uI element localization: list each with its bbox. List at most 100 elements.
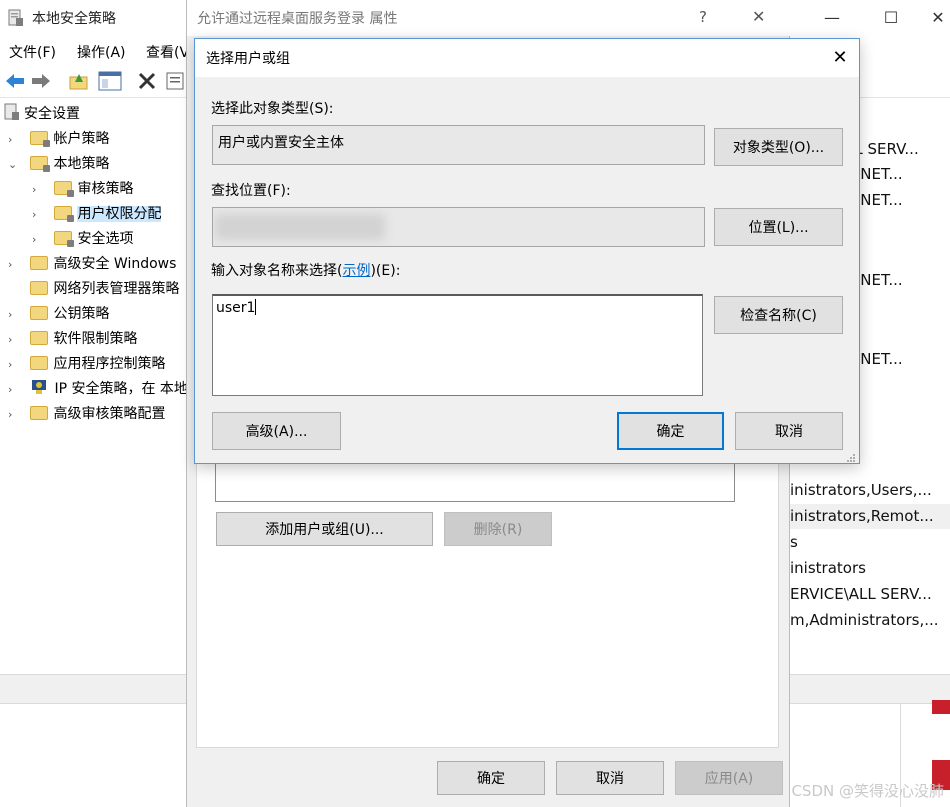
show-hide-tree-icon[interactable]	[98, 70, 122, 94]
resize-grip-icon[interactable]	[846, 451, 856, 462]
delete-icon[interactable]	[136, 70, 160, 94]
tree-item-label: 网络列表管理器策略	[53, 281, 180, 297]
folder-icon	[30, 256, 49, 270]
tree-item-ip-security[interactable]: › IP 安全策略，在 本地	[0, 377, 186, 402]
tree-item-audit-policy[interactable]: › 审核策略	[0, 177, 186, 202]
list-cell[interactable]: E,NET...	[846, 271, 950, 289]
security-settings-icon	[4, 103, 24, 130]
list-cell[interactable]: ERVICE\ALL SERV...	[790, 585, 950, 603]
apply-button[interactable]: 应用(A)	[675, 761, 783, 795]
examples-link[interactable]: 示例	[342, 263, 370, 279]
tree-item-security-options[interactable]: › 安全选项	[0, 227, 186, 252]
chevron-right-icon[interactable]: ›	[32, 227, 44, 252]
tree-item-security-settings[interactable]: 安全设置	[0, 102, 186, 127]
forward-arrow-icon[interactable]	[30, 70, 54, 94]
folder-lock-icon	[30, 156, 51, 172]
select-cancel-button[interactable]: 取消	[735, 412, 843, 450]
properties-icon[interactable]	[164, 70, 188, 94]
select-dialog-title: 选择用户或组	[206, 51, 290, 67]
list-cell-selected[interactable]: inistrators,Remot...	[790, 504, 950, 529]
local-security-policy-app-icon	[8, 9, 24, 31]
menu-action[interactable]: 操作(A)	[77, 42, 126, 62]
lsp-window-title: 本地安全策略	[32, 11, 116, 27]
tree-item-label: IP 安全策略，在 本地	[54, 381, 186, 397]
text-caret	[255, 299, 257, 315]
tree-item-application-control[interactable]: › 应用程序控制策略	[0, 352, 186, 377]
tree-item-advanced-audit[interactable]: › 高级审核策略配置	[0, 402, 186, 427]
select-dialog-close-button[interactable]: ✕	[827, 45, 853, 71]
list-cell[interactable]: E,NET...	[846, 191, 950, 209]
folder-lock-icon	[54, 231, 75, 247]
list-cell[interactable]: m,Administrators,...	[790, 611, 950, 629]
back-arrow-icon[interactable]	[4, 70, 28, 94]
list-cell[interactable]: inistrators	[790, 559, 950, 577]
remove-button[interactable]: 删除(R)	[444, 512, 552, 546]
enter-names-label-suffix: )(E):	[370, 263, 401, 279]
tree-item-public-key-policies[interactable]: › 公钥策略	[0, 302, 186, 327]
tree-item-user-rights-assignment[interactable]: › 用户权限分配	[0, 202, 186, 227]
users-groups-listbox[interactable]	[215, 462, 735, 502]
chevron-right-icon[interactable]: ›	[8, 327, 20, 352]
folder-icon	[30, 356, 49, 370]
tree-item-label: 本地策略	[53, 156, 110, 172]
properties-close-button[interactable]: ✕	[752, 7, 765, 26]
folder-icon	[30, 281, 49, 295]
chevron-right-icon[interactable]: ›	[8, 377, 20, 402]
minimize-button[interactable]: —	[820, 6, 844, 30]
check-names-button[interactable]: 检查名称(C)	[714, 296, 843, 334]
advanced-button[interactable]: 高级(A)...	[212, 412, 341, 450]
tree-item-software-restriction[interactable]: › 软件限制策略	[0, 327, 186, 352]
chevron-right-icon[interactable]: ›	[8, 127, 20, 152]
list-cell[interactable]: s	[790, 533, 950, 551]
properties-cancel-button[interactable]: 取消	[556, 761, 664, 795]
watermark: CSDN @笑得没心没肺	[791, 782, 944, 800]
object-types-button[interactable]: 对象类型(O)...	[714, 128, 843, 166]
tree-item-label: 高级安全 Windows	[53, 256, 177, 272]
list-cell[interactable]: E,NET...	[846, 165, 950, 183]
tree-item-local-policies[interactable]: ⌄ 本地策略	[0, 152, 186, 177]
object-type-label: 选择此对象类型(S):	[211, 101, 334, 117]
list-cell[interactable]: inistrators,Users,...	[790, 481, 950, 499]
chevron-right-icon[interactable]: ›	[8, 352, 20, 377]
chevron-right-icon[interactable]: ›	[8, 402, 20, 427]
properties-ok-button[interactable]: 确定	[437, 761, 545, 795]
chevron-down-icon[interactable]: ⌄	[8, 152, 20, 177]
chevron-right-icon[interactable]: ›	[32, 177, 44, 202]
maximize-button[interactable]: ☐	[879, 6, 903, 30]
menu-view[interactable]: 查看(V	[146, 42, 189, 62]
locations-button[interactable]: 位置(L)...	[714, 208, 843, 246]
tree-item-label: 用户权限分配	[77, 206, 162, 222]
select-ok-button[interactable]: 确定	[617, 412, 724, 450]
lsp-close-button[interactable]: ✕	[926, 6, 950, 30]
chevron-right-icon[interactable]: ›	[8, 302, 20, 327]
list-cell[interactable]: LL SERV...	[846, 140, 950, 158]
tree-item-windows-firewall[interactable]: › 高级安全 Windows	[0, 252, 186, 277]
folder-lock-icon	[54, 206, 75, 222]
select-dialog-titlebar	[195, 39, 859, 77]
properties-title: 允许通过远程桌面服务登录 属性	[197, 11, 398, 27]
folder-icon	[30, 306, 49, 320]
tree-item-network-list-manager[interactable]: 网络列表管理器策略	[0, 277, 186, 302]
tree-item-label: 高级审核策略配置	[53, 406, 166, 422]
tree-item-label: 审核策略	[77, 181, 134, 197]
folder-lock-icon	[30, 131, 51, 147]
chevron-right-icon[interactable]: ›	[8, 252, 20, 277]
tree-item-label: 安全设置	[24, 106, 80, 122]
location-label: 查找位置(F):	[211, 183, 291, 199]
add-user-or-group-button[interactable]: 添加用户或组(U)...	[216, 512, 433, 546]
tree-item-label: 帐户策略	[53, 131, 110, 147]
up-folder-icon[interactable]	[68, 70, 92, 94]
chevron-right-icon[interactable]: ›	[32, 202, 44, 227]
redacted-location-value	[215, 214, 385, 240]
ip-security-icon	[30, 378, 54, 405]
policy-tree: 安全设置 › 帐户策略 ⌄ 本地策略 › 审核策略 › 用户权限分配 › 安全选…	[0, 102, 186, 674]
folder-icon	[30, 331, 49, 345]
tree-item-account-policies[interactable]: › 帐户策略	[0, 127, 186, 152]
list-cell[interactable]: E,NET...	[846, 350, 950, 368]
menu-file[interactable]: 文件(F)	[9, 42, 56, 62]
tree-item-label: 安全选项	[77, 231, 134, 247]
object-names-input[interactable]: user1	[212, 294, 703, 396]
help-button[interactable]: ?	[699, 8, 707, 26]
tree-item-label: 软件限制策略	[53, 331, 138, 347]
tree-item-label: 公钥策略	[53, 306, 110, 322]
